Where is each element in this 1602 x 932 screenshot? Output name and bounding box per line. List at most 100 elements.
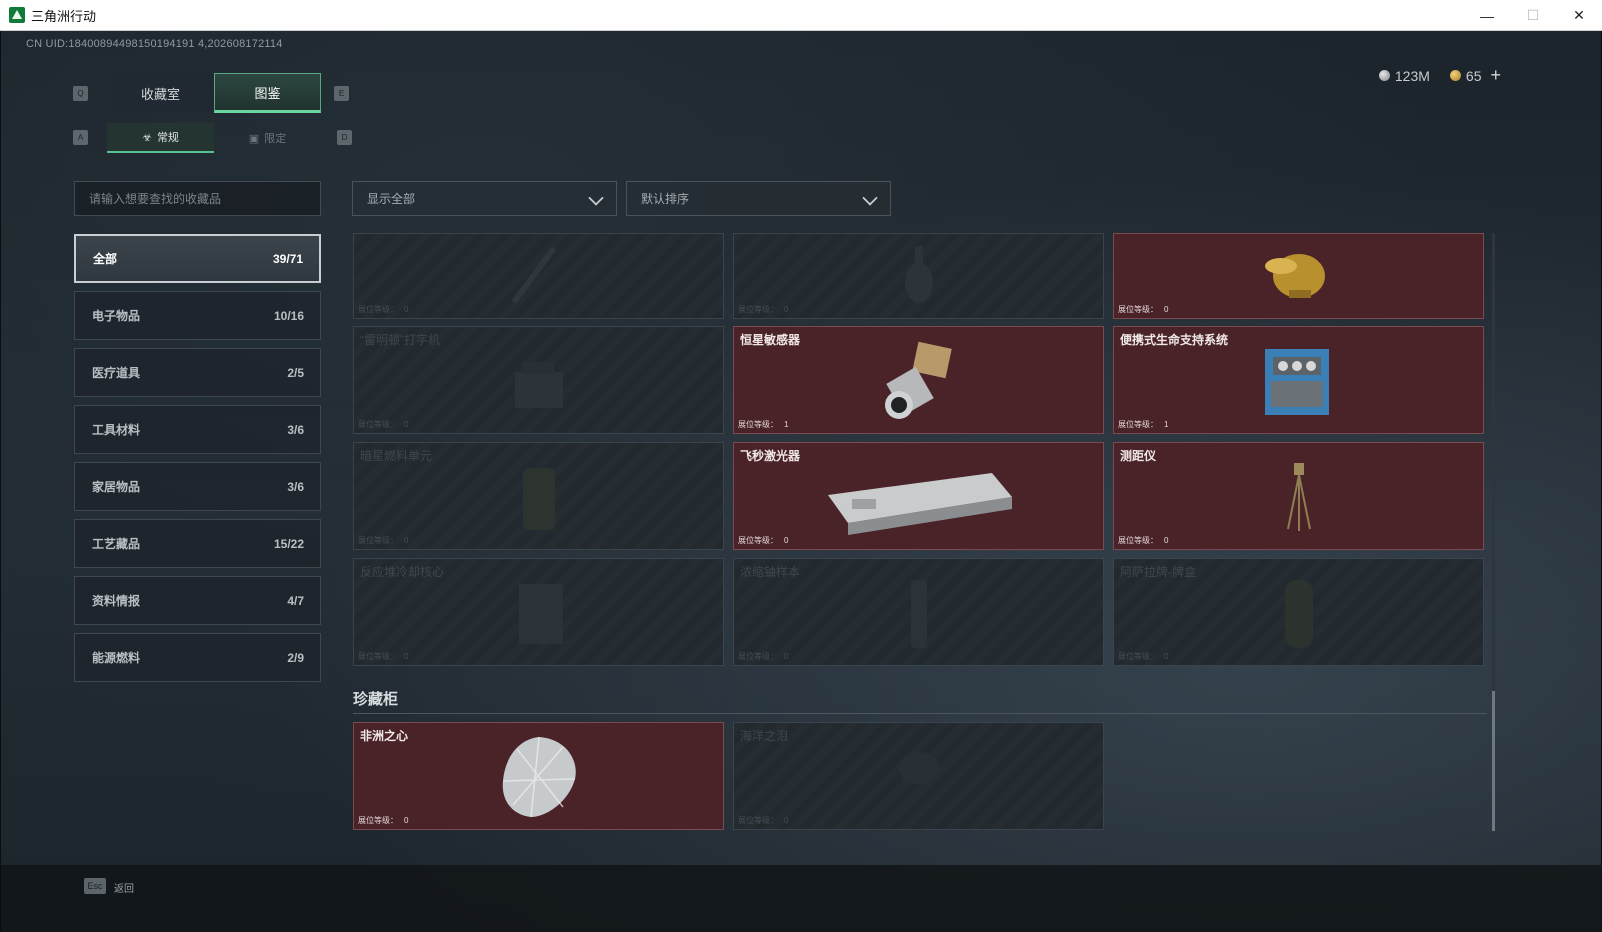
item-level: 展位等级： 0 bbox=[1118, 652, 1169, 661]
item-card[interactable]: 浓缩铀样本 展位等级： 0 bbox=[733, 558, 1104, 666]
tab-regular-label: 常规 bbox=[156, 132, 179, 144]
item-level: 展位等级： 0 bbox=[358, 652, 409, 661]
item-name: “雷明顿”打字机 bbox=[360, 333, 440, 347]
add-currency-button[interactable]: + bbox=[1490, 65, 1501, 86]
window-title: 三角洲行动 bbox=[31, 8, 97, 24]
category-tools[interactable]: 工具材料 3/6 bbox=[74, 405, 321, 454]
tab-regular[interactable]: ☣ 常规 bbox=[107, 123, 214, 153]
sub-tabs: ☣ 常规 ▣ 限定 bbox=[107, 123, 321, 153]
item-level: 展位等级： 0 bbox=[738, 652, 789, 661]
category-count: 3/6 bbox=[287, 479, 304, 494]
item-card[interactable]: 便携式生命支持系统 展位等级： 1 bbox=[1113, 326, 1484, 434]
silver-currency: 123M bbox=[1378, 68, 1430, 84]
item-level: 展位等级： 0 bbox=[358, 536, 409, 545]
category-count: 2/9 bbox=[287, 650, 304, 665]
category-medical[interactable]: 医疗道具 2/5 bbox=[74, 348, 321, 397]
item-card[interactable]: 恒星敏感器 展位等级： 1 bbox=[733, 326, 1104, 434]
treasure-item-card[interactable]: 非洲之心 展位等级： 0 bbox=[353, 722, 724, 830]
category-count: 3/6 bbox=[287, 422, 304, 437]
search-input[interactable]: 请输入想要查找的收藏品 bbox=[74, 181, 321, 216]
minimize-button[interactable]: — bbox=[1464, 0, 1510, 31]
item-card[interactable]: 展位等级： 0 bbox=[353, 233, 724, 319]
chevron-down-icon bbox=[588, 190, 604, 206]
rangefinder-icon bbox=[1287, 463, 1311, 531]
tab-limited[interactable]: ▣ 限定 bbox=[214, 123, 321, 153]
category-count: 2/5 bbox=[287, 365, 304, 380]
bottle-icon: ☣ bbox=[142, 131, 152, 144]
category-intel[interactable]: 资料情报 4/7 bbox=[74, 576, 321, 625]
fuel-cell-icon bbox=[523, 468, 555, 530]
currency-bar: 123M 65 + bbox=[1378, 65, 1501, 86]
life-support-icon bbox=[1265, 349, 1329, 415]
footer-bar bbox=[1, 865, 1602, 932]
display-filter-value: 显示全部 bbox=[367, 192, 416, 206]
category-electronics[interactable]: 电子物品 10/16 bbox=[74, 291, 321, 340]
item-card[interactable]: “雷明顿”打字机 展位等级： 0 bbox=[353, 326, 724, 434]
item-card[interactable]: 暗星燃料单元 展位等级： 0 bbox=[353, 442, 724, 550]
item-level: 展位等级： 0 bbox=[358, 420, 409, 429]
treasure-item-card[interactable]: 海洋之泪 展位等级： 0 bbox=[733, 722, 1104, 830]
display-filter-dropdown[interactable]: 显示全部 bbox=[352, 181, 617, 216]
main-tabs: 收藏室 图鉴 bbox=[107, 73, 321, 113]
chevron-down-icon bbox=[862, 190, 878, 206]
category-energy[interactable]: 能源燃料 2/9 bbox=[74, 633, 321, 682]
item-card[interactable]: 展位等级： 0 bbox=[1113, 233, 1484, 319]
category-list: 全部 39/71 电子物品 10/16 医疗道具 2/5 工具材料 3/6 家居… bbox=[74, 234, 321, 690]
gold-amount: 65 bbox=[1465, 67, 1482, 84]
category-label: 能源燃料 bbox=[92, 651, 141, 665]
item-card[interactable]: 飞秒激光器 展位等级： 0 bbox=[733, 442, 1104, 550]
item-level: 展位等级： 0 bbox=[738, 305, 789, 314]
item-level: 展位等级： 0 bbox=[358, 816, 409, 825]
tab-limited-label: 限定 bbox=[264, 133, 287, 145]
image-icon: ▣ bbox=[248, 132, 260, 145]
key-hint-q: Q bbox=[73, 86, 88, 101]
item-name: 测距仪 bbox=[1120, 449, 1157, 463]
key-hint-d: D bbox=[337, 130, 352, 145]
item-card[interactable]: 展位等级： 0 bbox=[733, 233, 1104, 319]
back-button[interactable]: 返回 bbox=[114, 880, 134, 895]
golden-idol-icon bbox=[1265, 254, 1325, 298]
category-crafts[interactable]: 工艺藏品 15/22 bbox=[74, 519, 321, 568]
item-name: 便携式生命支持系统 bbox=[1120, 333, 1229, 347]
item-card[interactable]: 反应堆冷却核心 展位等级： 0 bbox=[353, 558, 724, 666]
esc-key-hint[interactable]: Esc bbox=[84, 878, 106, 894]
scrollbar-thumb[interactable] bbox=[1492, 691, 1495, 831]
close-button[interactable]: ✕ bbox=[1556, 0, 1602, 31]
section-divider bbox=[353, 713, 1487, 714]
category-all[interactable]: 全部 39/71 bbox=[74, 234, 321, 283]
item-name: 阿萨拉牌-牌盒 bbox=[1120, 565, 1196, 579]
item-level: 展位等级： 1 bbox=[738, 420, 789, 429]
item-level: 展位等级： 1 bbox=[1118, 420, 1169, 429]
category-label: 资料情报 bbox=[92, 594, 141, 608]
gold-currency: 65 + bbox=[1449, 65, 1501, 86]
item-card[interactable]: 测距仪 展位等级： 0 bbox=[1113, 442, 1484, 550]
category-household[interactable]: 家居物品 3/6 bbox=[74, 462, 321, 511]
sort-dropdown[interactable]: 默认排序 bbox=[626, 181, 891, 216]
window-titlebar: 三角洲行动 — ☐ ✕ bbox=[0, 0, 1602, 31]
treasure-section-title: 珍藏柜 bbox=[353, 691, 399, 708]
item-level: 展位等级： 0 bbox=[358, 305, 409, 314]
maximize-button[interactable]: ☐ bbox=[1510, 0, 1556, 31]
card-box-icon bbox=[1285, 580, 1313, 648]
item-name: 非洲之心 bbox=[360, 729, 409, 743]
item-name: 海洋之泪 bbox=[740, 729, 789, 743]
category-count: 10/16 bbox=[273, 308, 304, 323]
tab-collection-room[interactable]: 收藏室 bbox=[107, 73, 214, 113]
item-level: 展位等级： 0 bbox=[738, 536, 789, 545]
typewriter-icon bbox=[515, 362, 563, 408]
uid-label: CN UID:18400894498150194191 4,2026081721… bbox=[26, 38, 283, 50]
star-sensor-icon bbox=[885, 341, 952, 419]
category-label: 全部 bbox=[93, 252, 118, 266]
reactor-core-icon bbox=[519, 584, 563, 644]
category-label: 医疗道具 bbox=[92, 366, 141, 380]
vase-icon bbox=[905, 246, 933, 303]
item-level: 展位等级： 0 bbox=[738, 816, 789, 825]
item-card[interactable]: 阿萨拉牌-牌盒 展位等级： 0 bbox=[1113, 558, 1484, 666]
category-count: 15/22 bbox=[273, 536, 304, 551]
item-name: 暗星燃料单元 bbox=[360, 449, 433, 463]
category-count: 39/71 bbox=[272, 251, 303, 266]
tab-codex[interactable]: 图鉴 bbox=[214, 73, 321, 113]
item-level: 展位等级： 0 bbox=[1118, 536, 1169, 545]
laser-icon bbox=[828, 473, 1012, 535]
item-level: 展位等级： 0 bbox=[1118, 305, 1169, 314]
